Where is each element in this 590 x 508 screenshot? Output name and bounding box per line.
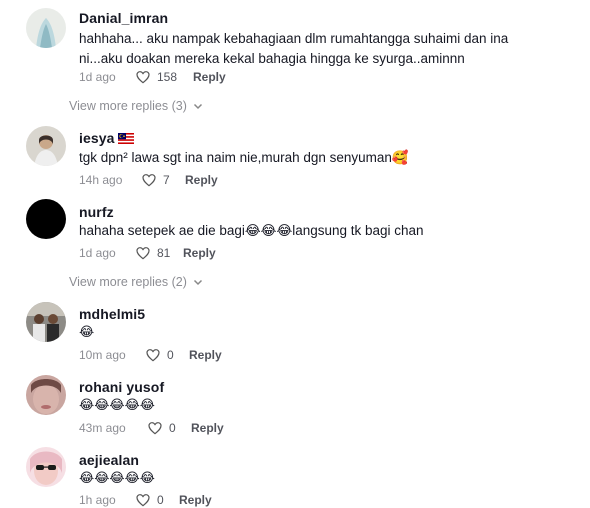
- heart-outline-icon: [136, 494, 150, 507]
- comment-username[interactable]: rohani yusof: [79, 379, 164, 395]
- comment-age: 10m ago: [79, 348, 126, 362]
- reply-button[interactable]: Reply: [179, 493, 212, 507]
- comment-meta: 14h ago 7 Reply: [79, 172, 218, 188]
- like-button[interactable]: 81: [135, 245, 183, 261]
- like-button[interactable]: 0: [135, 492, 179, 508]
- like-count: 81: [157, 246, 171, 260]
- reply-button[interactable]: Reply: [189, 348, 222, 362]
- like-count: 0: [169, 421, 176, 435]
- avatar[interactable]: [26, 375, 66, 415]
- like-count: 158: [157, 70, 178, 84]
- reply-button[interactable]: Reply: [191, 421, 224, 435]
- comment-username[interactable]: iesya: [79, 130, 134, 146]
- comment-age: 43m ago: [79, 421, 126, 435]
- heart-outline-icon: [146, 349, 160, 362]
- comment-meta: 1h ago 0 Reply: [79, 492, 212, 508]
- view-more-label: View more replies (3): [69, 99, 187, 113]
- avatar[interactable]: [26, 126, 66, 166]
- chevron-down-icon: [193, 279, 202, 286]
- avatar[interactable]: [26, 8, 66, 48]
- comment-username[interactable]: nurfz: [79, 204, 114, 220]
- comment-text: 😂: [79, 325, 95, 340]
- like-button[interactable]: 0: [147, 420, 191, 436]
- like-count: 7: [163, 173, 170, 187]
- comment-age: 1h ago: [79, 493, 116, 507]
- like-count: 0: [157, 493, 164, 507]
- like-button[interactable]: 7: [141, 172, 185, 188]
- comment-text: 😂😂😂😂😂: [79, 398, 155, 413]
- reply-button[interactable]: Reply: [183, 246, 216, 260]
- like-count: 0: [167, 348, 174, 362]
- heart-outline-icon: [136, 247, 150, 260]
- heart-outline-icon: [136, 71, 150, 84]
- view-more-replies[interactable]: View more replies (3): [69, 99, 203, 113]
- comment-text: tgk dpn² lawa sgt ina naim nie,murah dgn…: [79, 150, 409, 165]
- comment-text: hahaha setepek ae die bagi😂😂😂langsung tk…: [79, 223, 424, 238]
- comment-age: 1d ago: [79, 246, 116, 260]
- comment-username[interactable]: Danial_imran: [79, 10, 168, 26]
- comment-meta: 1d ago 81 Reply: [79, 245, 216, 261]
- heart-outline-icon: [142, 174, 156, 187]
- like-button[interactable]: 0: [145, 347, 189, 363]
- comment-meta: 1d ago 158 Reply: [79, 69, 226, 85]
- comment-meta: 43m ago 0 Reply: [79, 420, 224, 436]
- avatar[interactable]: [26, 199, 66, 239]
- view-more-replies[interactable]: View more replies (2): [69, 275, 203, 289]
- reply-button[interactable]: Reply: [185, 173, 218, 187]
- chevron-down-icon: [193, 103, 202, 110]
- avatar[interactable]: [26, 302, 66, 342]
- comment-text: hahhaha... aku nampak kebahagiaan dlm ru…: [79, 31, 509, 66]
- heart-outline-icon: [148, 422, 162, 435]
- comment-text: 😂😂😂😂😂: [79, 471, 155, 486]
- comment-username[interactable]: mdhelmi5: [79, 306, 145, 322]
- comment-username[interactable]: aejiealan: [79, 452, 139, 468]
- comment-meta: 10m ago 0 Reply: [79, 347, 222, 363]
- avatar[interactable]: [26, 447, 66, 487]
- reply-button[interactable]: Reply: [193, 70, 226, 84]
- comment-age: 14h ago: [79, 173, 123, 187]
- comment-age: 1d ago: [79, 70, 116, 84]
- like-button[interactable]: 158: [135, 69, 193, 85]
- malaysia-flag-icon: [117, 133, 134, 144]
- view-more-label: View more replies (2): [69, 275, 187, 289]
